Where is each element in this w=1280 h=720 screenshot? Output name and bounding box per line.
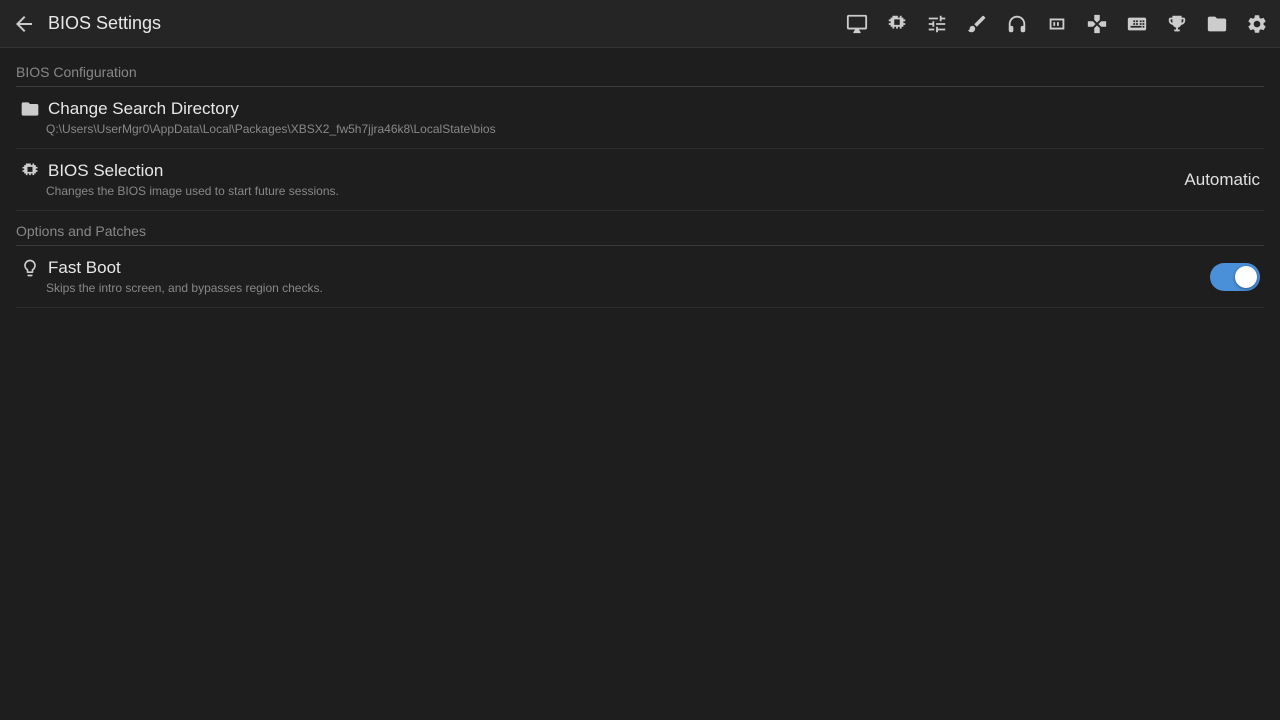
folder-icon xyxy=(20,99,40,119)
memory-icon[interactable] xyxy=(1046,13,1068,35)
section-options-patches: Options and Patches xyxy=(16,223,1264,246)
fast-boot-subtitle: Skips the intro screen, and bypasses reg… xyxy=(46,281,323,295)
sliders-icon[interactable] xyxy=(926,13,948,35)
change-search-directory-title: Change Search Directory xyxy=(48,99,239,119)
bios-chip-icon xyxy=(20,161,40,181)
content: BIOS Configuration Change Search Directo… xyxy=(0,48,1280,324)
toolbar-icons xyxy=(846,13,1268,35)
section-bios-configuration: BIOS Configuration xyxy=(16,64,1264,87)
chip-icon[interactable] xyxy=(886,13,908,35)
pen-icon[interactable] xyxy=(966,13,988,35)
gamepad-icon[interactable] xyxy=(1086,13,1108,35)
fast-boot-toggle[interactable] xyxy=(1210,263,1260,291)
change-search-directory-item[interactable]: Change Search Directory Q:\Users\UserMgr… xyxy=(16,87,1264,149)
bios-selection-value: Automatic xyxy=(1184,170,1260,190)
bios-selection-subtitle: Changes the BIOS image used to start fut… xyxy=(46,184,339,198)
headphones-icon[interactable] xyxy=(1006,13,1028,35)
bios-selection-item[interactable]: BIOS Selection Changes the BIOS image us… xyxy=(16,149,1264,211)
settings-icon[interactable] xyxy=(1246,13,1268,35)
fast-boot-toggle-container xyxy=(1210,263,1260,291)
change-search-directory-subtitle: Q:\Users\UserMgr0\AppData\Local\Packages… xyxy=(46,122,496,136)
page-title: BIOS Settings xyxy=(48,13,846,34)
back-button[interactable] xyxy=(12,12,36,36)
fast-boot-icon xyxy=(20,258,40,278)
bios-selection-title: BIOS Selection xyxy=(48,161,163,181)
display-icon[interactable] xyxy=(846,13,868,35)
fast-boot-toggle-knob xyxy=(1235,266,1257,288)
trophy-icon[interactable] xyxy=(1166,13,1188,35)
fast-boot-title: Fast Boot xyxy=(48,258,121,278)
folder-browse-icon[interactable] xyxy=(1206,13,1228,35)
keyboard-icon[interactable] xyxy=(1126,13,1148,35)
fast-boot-item[interactable]: Fast Boot Skips the intro screen, and by… xyxy=(16,246,1264,308)
header: BIOS Settings xyxy=(0,0,1280,48)
